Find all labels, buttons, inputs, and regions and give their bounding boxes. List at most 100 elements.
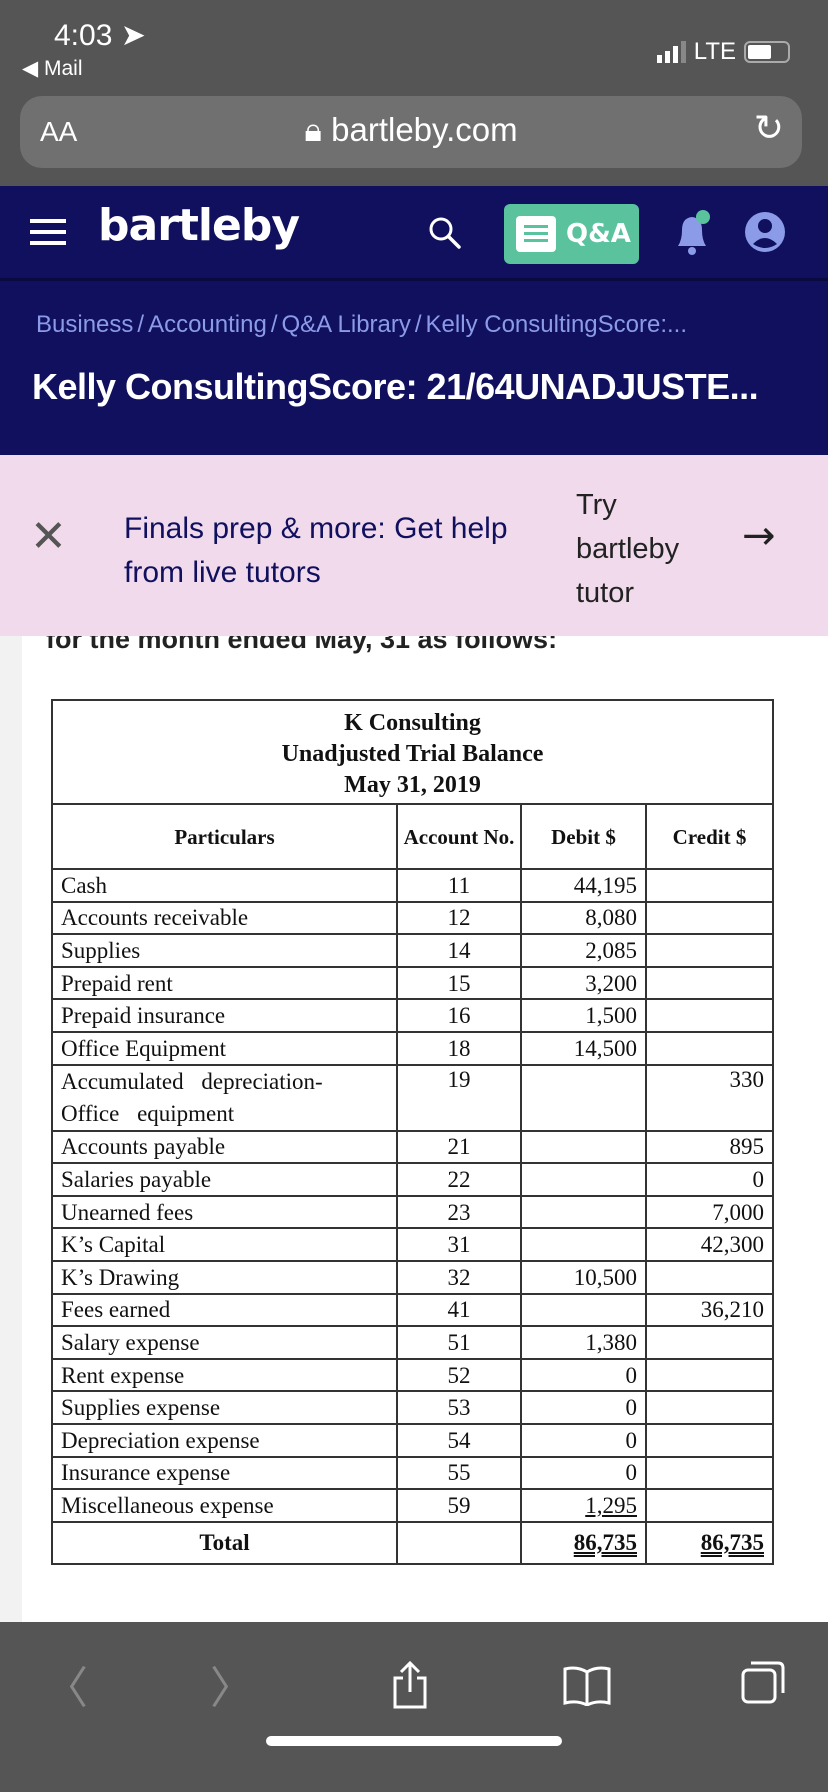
address-bar[interactable]: AA 🔒︎ bartleby.com ↻ xyxy=(20,96,802,168)
cell-debit: 0 xyxy=(520,1455,647,1491)
tabs-icon[interactable] xyxy=(740,1660,786,1706)
breadcrumb-current[interactable]: Kelly ConsultingScore:... xyxy=(426,311,687,338)
cell-account-no: 16 xyxy=(396,998,522,1033)
cell-particular: Supplies xyxy=(51,933,398,968)
debit-value: 14,500 xyxy=(573,1035,637,1061)
cell-particular: K’s Capital xyxy=(51,1227,398,1262)
particular-value: Prepaid rent xyxy=(61,970,173,996)
table-row: Accumulated depreciation- Office equipme… xyxy=(51,1063,774,1132)
particular-value: Depreciation expense xyxy=(61,1427,260,1453)
cell-debit: 10,500 xyxy=(520,1259,647,1295)
cell-account-no: 52 xyxy=(396,1357,522,1393)
arrow-right-icon[interactable]: → xyxy=(742,513,776,559)
cell-debit: 1,380 xyxy=(520,1325,647,1360)
cell-particular: Insurance expense xyxy=(51,1455,398,1491)
table-row: K’s Capital 31 42,300 xyxy=(51,1227,774,1262)
credit-value: 7,000 xyxy=(712,1199,764,1225)
cell-debit: 44,195 xyxy=(520,868,647,903)
cell-debit: 0 xyxy=(520,1390,647,1425)
cell-account-no: 21 xyxy=(396,1129,522,1165)
total-account xyxy=(396,1520,522,1565)
account-no-value: 32 xyxy=(447,1264,471,1290)
account-no-value: 12 xyxy=(447,905,471,931)
back-to-app[interactable]: ◀ Mail xyxy=(22,56,83,81)
cell-debit: 14,500 xyxy=(520,1030,647,1066)
cell-particular: K’s Drawing xyxy=(51,1259,398,1295)
cell-credit xyxy=(645,1259,774,1295)
reload-icon[interactable]: ↻ xyxy=(754,108,784,149)
url-text: bartleby.com xyxy=(331,111,518,148)
cell-account-no: 14 xyxy=(396,933,522,968)
cell-particular: Fees earned xyxy=(51,1292,398,1328)
table-row: Insurance expense 55 0 xyxy=(51,1455,774,1491)
particular-value: Supplies xyxy=(61,937,141,963)
breadcrumb-qa-library[interactable]: Q&A Library xyxy=(281,311,410,338)
cell-credit xyxy=(645,998,774,1033)
signal-icon xyxy=(656,41,686,63)
try-tutor-link[interactable]: Try bartleby tutor xyxy=(576,483,726,615)
table-row: Miscellaneous expense 59 1,295 xyxy=(51,1488,774,1523)
cell-credit xyxy=(645,1390,774,1425)
cell-account-no: 55 xyxy=(396,1455,522,1491)
account-no-value: 21 xyxy=(447,1134,471,1160)
debit-value: 44,195 xyxy=(573,872,637,898)
total-row: Total 86,735 86,735 xyxy=(51,1520,774,1565)
table-row: Supplies 14 2,085 xyxy=(51,933,774,968)
particular-value: Office Equipment xyxy=(61,1035,226,1061)
cell-credit: 42,300 xyxy=(645,1227,774,1262)
table-row: Salaries payable 22 0 xyxy=(51,1162,774,1197)
forward-icon[interactable]: 〉 xyxy=(210,1652,254,1716)
cell-debit: 3,200 xyxy=(520,965,647,1001)
status-bar: 4:03 ➤ ◀ Mail LTE AA 🔒︎ bartleby.com ↻ xyxy=(0,0,828,186)
table-row: Prepaid rent 15 3,200 xyxy=(51,965,774,1001)
table-row: Unearned fees 23 7,000 xyxy=(51,1194,774,1230)
cell-debit xyxy=(520,1063,647,1132)
cell-credit xyxy=(645,900,774,936)
debit-value: 10,500 xyxy=(573,1264,637,1290)
lock-icon: 🔒︎ xyxy=(304,111,322,148)
cell-debit xyxy=(520,1129,647,1165)
cell-particular: Accounts payable xyxy=(51,1129,398,1165)
cell-particular: Accumulated depreciation- Office equipme… xyxy=(51,1063,398,1132)
site-header: bartleby Q&A xyxy=(0,186,828,281)
particular-value: Accounts payable xyxy=(61,1134,226,1160)
notification-bell-icon[interactable] xyxy=(672,208,712,258)
particular-value: Accounts receivable xyxy=(61,905,249,931)
account-no-value: 52 xyxy=(447,1362,471,1388)
debit-value: 1,295 xyxy=(585,1492,637,1518)
table-row: Rent expense 52 0 xyxy=(51,1357,774,1393)
question-text: for the month ended May, 31 as follows: xyxy=(46,636,558,654)
breadcrumb-accounting[interactable]: Accounting xyxy=(148,311,267,338)
qa-button[interactable]: Q&A xyxy=(504,204,639,264)
share-icon[interactable] xyxy=(390,1660,430,1710)
url-display[interactable]: 🔒︎ bartleby.com xyxy=(20,111,802,150)
cell-account-no: 54 xyxy=(396,1422,522,1458)
search-icon[interactable] xyxy=(428,216,462,250)
bartleby-logo[interactable]: bartleby xyxy=(98,200,300,251)
time-text: 4:03 xyxy=(54,19,113,52)
clock: 4:03 ➤ xyxy=(54,18,146,53)
home-indicator[interactable] xyxy=(266,1736,562,1746)
bookmarks-icon[interactable] xyxy=(562,1666,612,1706)
back-icon[interactable]: 〈 xyxy=(44,1652,88,1716)
breadcrumb-business[interactable]: Business xyxy=(36,311,133,338)
account-icon[interactable] xyxy=(744,206,786,258)
debit-value: 1,500 xyxy=(585,1003,637,1029)
debit-value: 0 xyxy=(625,1427,638,1453)
particular-value: K’s Capital xyxy=(61,1232,166,1258)
cell-particular: Unearned fees xyxy=(51,1194,398,1230)
cell-debit xyxy=(520,1162,647,1197)
network-label: LTE xyxy=(693,38,736,65)
table-title: K Consulting Unadjusted Trial Balance Ma… xyxy=(51,699,774,805)
cell-credit: 0 xyxy=(645,1162,774,1197)
cell-account-no: 53 xyxy=(396,1390,522,1425)
close-icon[interactable]: ✕ xyxy=(30,515,67,559)
debit-value: 3,200 xyxy=(585,970,637,996)
statement-name: Unadjusted Trial Balance xyxy=(281,740,544,767)
cell-debit: 1,295 xyxy=(520,1488,647,1523)
cell-account-no: 41 xyxy=(396,1292,522,1328)
cell-account-no: 31 xyxy=(396,1227,522,1262)
back-app-label: Mail xyxy=(43,57,83,80)
credit-value: 42,300 xyxy=(700,1232,764,1258)
hamburger-menu-icon[interactable] xyxy=(30,219,66,245)
